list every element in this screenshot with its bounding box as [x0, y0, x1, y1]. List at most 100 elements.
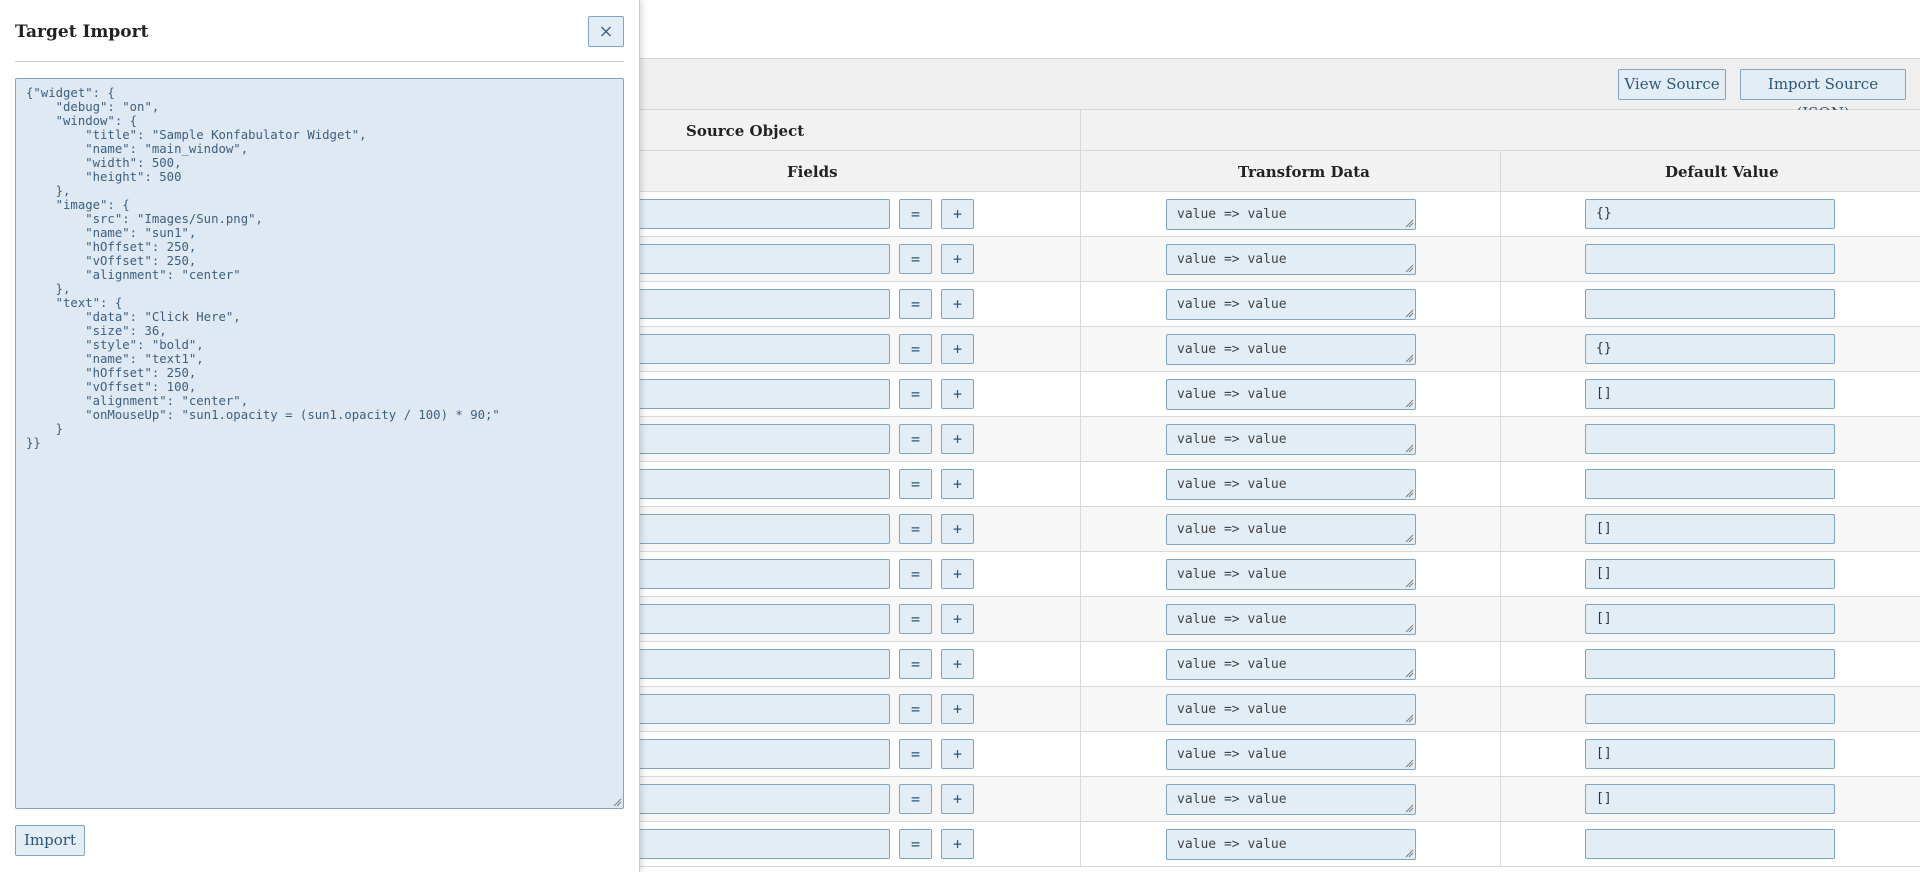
- view-source-button[interactable]: View Source: [1618, 69, 1726, 100]
- default-value-input[interactable]: [1585, 829, 1835, 859]
- equals-button[interactable]: =: [899, 694, 932, 724]
- field-input[interactable]: [638, 829, 890, 859]
- transform-input[interactable]: value => value: [1166, 334, 1416, 365]
- resize-grip-icon[interactable]: [1405, 579, 1414, 588]
- equals-button[interactable]: =: [899, 829, 932, 859]
- field-input[interactable]: [638, 334, 890, 364]
- field-input[interactable]: [638, 379, 890, 409]
- equals-button[interactable]: =: [899, 289, 932, 319]
- equals-button[interactable]: =: [899, 244, 932, 274]
- add-button[interactable]: +: [941, 559, 974, 589]
- transform-input[interactable]: value => value: [1166, 784, 1416, 815]
- resize-grip-icon[interactable]: [1405, 714, 1414, 723]
- resize-grip-icon[interactable]: [1405, 309, 1414, 318]
- default-value-input[interactable]: {}: [1585, 334, 1835, 364]
- transform-input[interactable]: value => value: [1166, 829, 1416, 860]
- add-button[interactable]: +: [941, 334, 974, 364]
- equals-button[interactable]: =: [899, 604, 932, 634]
- equals-button[interactable]: =: [899, 469, 932, 499]
- resize-grip-icon[interactable]: [1405, 759, 1414, 768]
- field-input[interactable]: [638, 424, 890, 454]
- equals-button[interactable]: =: [899, 379, 932, 409]
- field-input[interactable]: [638, 559, 890, 589]
- equals-button[interactable]: =: [899, 559, 932, 589]
- add-button[interactable]: +: [941, 289, 974, 319]
- equals-button[interactable]: =: [899, 739, 932, 769]
- default-value-input[interactable]: [1585, 289, 1835, 319]
- equals-button[interactable]: =: [899, 514, 932, 544]
- fields-column-header: Fields: [787, 163, 838, 181]
- resize-grip-icon[interactable]: [1405, 669, 1414, 678]
- add-button[interactable]: +: [941, 379, 974, 409]
- field-input[interactable]: [638, 199, 890, 229]
- transform-input[interactable]: value => value: [1166, 649, 1416, 680]
- field-input[interactable]: [638, 694, 890, 724]
- add-button[interactable]: +: [941, 784, 974, 814]
- resize-grip-icon[interactable]: [1405, 399, 1414, 408]
- add-button[interactable]: +: [941, 604, 974, 634]
- field-input[interactable]: [638, 739, 890, 769]
- default-value-input[interactable]: [1585, 649, 1835, 679]
- resize-grip-icon[interactable]: [1405, 219, 1414, 228]
- equals-button[interactable]: =: [899, 334, 932, 364]
- transform-input[interactable]: value => value: [1166, 514, 1416, 545]
- resize-grip-icon[interactable]: [613, 798, 622, 807]
- resize-grip-icon[interactable]: [1405, 354, 1414, 363]
- field-input[interactable]: [638, 469, 890, 499]
- resize-grip-icon[interactable]: [1405, 849, 1414, 858]
- transform-input[interactable]: value => value: [1166, 289, 1416, 320]
- transform-input[interactable]: value => value: [1166, 199, 1416, 230]
- equals-button[interactable]: =: [899, 199, 932, 229]
- transform-value: value => value: [1177, 252, 1287, 267]
- json-textarea[interactable]: {"widget": { "debug": "on", "window": { …: [15, 78, 624, 809]
- resize-grip-icon[interactable]: [1405, 624, 1414, 633]
- resize-grip-icon[interactable]: [1405, 489, 1414, 498]
- resize-grip-icon[interactable]: [1405, 804, 1414, 813]
- default-value-input[interactable]: []: [1585, 514, 1835, 544]
- transform-input[interactable]: value => value: [1166, 379, 1416, 410]
- field-input[interactable]: [638, 514, 890, 544]
- close-button[interactable]: [588, 16, 624, 47]
- field-input[interactable]: [638, 289, 890, 319]
- field-input[interactable]: [638, 244, 890, 274]
- default-value-input[interactable]: [1585, 424, 1835, 454]
- default-value-input[interactable]: []: [1585, 739, 1835, 769]
- add-button[interactable]: +: [941, 469, 974, 499]
- resize-grip-icon[interactable]: [1405, 264, 1414, 273]
- add-button[interactable]: +: [941, 514, 974, 544]
- default-value-input[interactable]: []: [1585, 379, 1835, 409]
- default-value-input[interactable]: {}: [1585, 199, 1835, 229]
- default-value-input[interactable]: [1585, 469, 1835, 499]
- add-button[interactable]: +: [941, 244, 974, 274]
- default-value-input[interactable]: []: [1585, 559, 1835, 589]
- add-button[interactable]: +: [941, 739, 974, 769]
- resize-grip-icon[interactable]: [1405, 534, 1414, 543]
- transform-input[interactable]: value => value: [1166, 604, 1416, 635]
- import-source-json-button[interactable]: Import Source (JSON): [1740, 69, 1906, 122]
- transform-input[interactable]: value => value: [1166, 424, 1416, 455]
- field-input[interactable]: [638, 784, 890, 814]
- add-button[interactable]: +: [941, 829, 974, 859]
- default-value-input[interactable]: []: [1585, 784, 1835, 814]
- equals-button[interactable]: =: [899, 784, 932, 814]
- import-button[interactable]: Import: [15, 825, 85, 856]
- transform-input[interactable]: value => value: [1166, 244, 1416, 275]
- transform-input[interactable]: value => value: [1166, 559, 1416, 590]
- transform-input[interactable]: value => value: [1166, 694, 1416, 725]
- default-value-input[interactable]: []: [1585, 604, 1835, 634]
- transform-data-column-header: Transform Data: [1238, 163, 1370, 181]
- equals-button[interactable]: =: [899, 424, 932, 454]
- field-input[interactable]: [638, 649, 890, 679]
- default-value-input[interactable]: [1585, 244, 1835, 274]
- default-value-input[interactable]: [1585, 694, 1835, 724]
- add-button[interactable]: +: [941, 649, 974, 679]
- add-button[interactable]: +: [941, 199, 974, 229]
- transform-input[interactable]: value => value: [1166, 469, 1416, 500]
- resize-grip-icon[interactable]: [1405, 444, 1414, 453]
- transform-value: value => value: [1177, 342, 1287, 357]
- add-button[interactable]: +: [941, 424, 974, 454]
- add-button[interactable]: +: [941, 694, 974, 724]
- equals-button[interactable]: =: [899, 649, 932, 679]
- field-input[interactable]: [638, 604, 890, 634]
- transform-input[interactable]: value => value: [1166, 739, 1416, 770]
